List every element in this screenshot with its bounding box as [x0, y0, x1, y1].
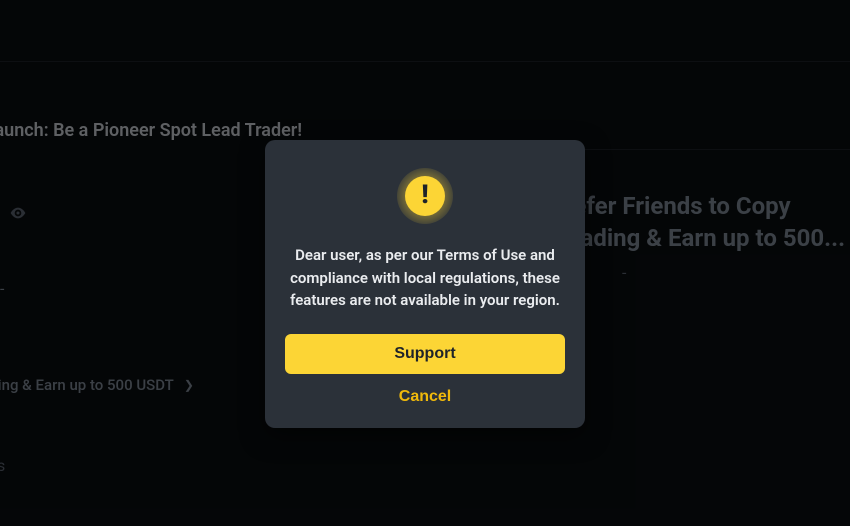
support-button[interactable]: Support	[285, 334, 565, 374]
exclamation-icon: !	[421, 182, 428, 208]
modal-message: Dear user, as per our Terms of Use and c…	[285, 244, 565, 312]
alert-icon: !	[397, 168, 453, 224]
region-restriction-modal: ! Dear user, as per our Terms of Use and…	[265, 140, 585, 428]
modal-overlay: ! Dear user, as per our Terms of Use and…	[0, 0, 850, 526]
cancel-button[interactable]: Cancel	[399, 388, 451, 406]
